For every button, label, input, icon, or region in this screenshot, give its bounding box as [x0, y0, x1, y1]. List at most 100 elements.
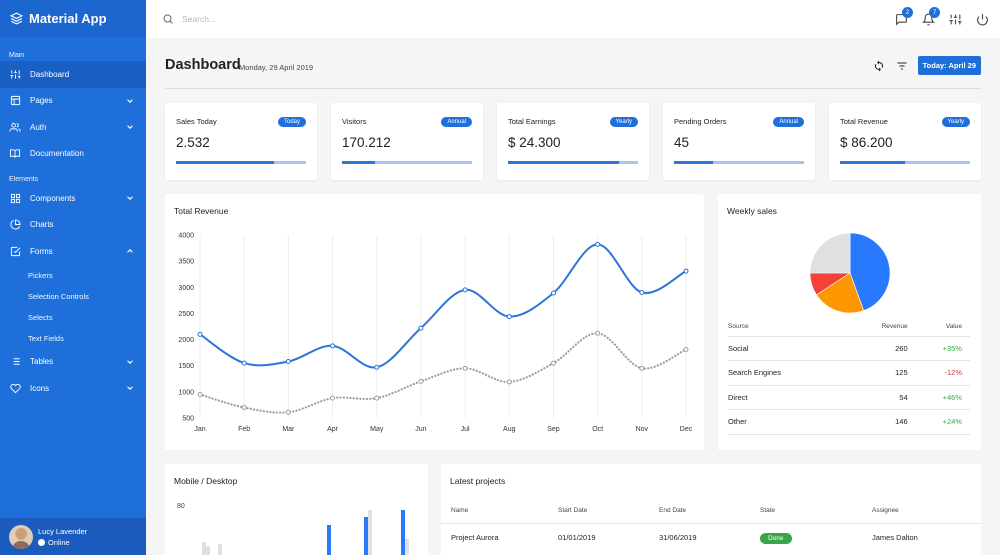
filter-button[interactable] [892, 57, 912, 75]
chevron-up-icon [127, 249, 133, 253]
data-point[interactable] [418, 378, 424, 384]
app-root: Material App Main Dashboard Pages Auth D… [0, 0, 1000, 555]
stat-progress-fill [674, 161, 713, 164]
data-point[interactable] [639, 290, 645, 296]
sidebar-item-label: Components [30, 193, 76, 203]
data-point[interactable] [197, 331, 203, 337]
sidebar-item-tables[interactable]: Tables [0, 349, 146, 376]
sidebar-item-charts[interactable]: Charts [0, 212, 146, 239]
sidebar-item-pages[interactable]: Pages [0, 88, 146, 115]
user-name: Lucy Lavender [38, 526, 88, 536]
sidebar-subitem-selection-controls[interactable]: Selection Controls [0, 286, 146, 307]
data-point[interactable] [462, 287, 468, 293]
logout-button[interactable] [969, 0, 996, 38]
sidebar-item-icons[interactable]: Icons [0, 375, 146, 402]
stat-progress-fill [176, 161, 274, 164]
data-point[interactable] [550, 290, 556, 296]
bar [364, 517, 368, 555]
refresh-button[interactable] [869, 57, 889, 75]
refresh-icon [874, 60, 883, 71]
latest-projects-panel: Latest projects Name Start Date End Date… [441, 464, 981, 555]
stat-badge: Annual [441, 117, 472, 127]
table-row: Other 146 +24% [728, 409, 970, 435]
power-icon [977, 13, 988, 25]
sidebar-subitem-text-fields[interactable]: Text Fields [0, 328, 146, 349]
sidebar-subitem-pickers[interactable]: Pickers [0, 265, 146, 286]
data-point[interactable] [330, 395, 336, 401]
table-row[interactable]: Project Aurora 01/01/2019 31/06/2019 Don… [441, 523, 981, 551]
data-point[interactable] [241, 405, 247, 411]
stat-value: $ 24.300 [508, 135, 561, 150]
layers-icon [10, 12, 23, 25]
stat-label: Pending Orders [674, 117, 727, 126]
sidebar-item-auth[interactable]: Auth [0, 114, 146, 141]
data-point[interactable] [285, 359, 291, 365]
projects-table: Name Start Date End Date State Assignee … [441, 499, 981, 551]
search-bar[interactable]: Search... [146, 13, 216, 25]
data-point[interactable] [683, 268, 689, 274]
data-point[interactable] [285, 409, 291, 415]
layout-icon [9, 95, 21, 107]
column-header: Assignee [872, 499, 981, 524]
x-tick-label: Aug [503, 426, 516, 433]
project-assignee: James Dalton [872, 532, 918, 542]
search-input[interactable]: Search... [182, 14, 216, 24]
y-tick-label: 2500 [178, 311, 194, 318]
x-tick-label: Mar [282, 426, 295, 433]
page-date: Monday, 29 April 2019 [239, 63, 314, 72]
brand[interactable]: Material App [0, 0, 146, 37]
table-header-row: Name Start Date End Date State Assignee [441, 499, 981, 524]
today-button[interactable]: Today: April 29 [917, 56, 981, 75]
sidebar-item-forms[interactable]: Forms [0, 238, 146, 265]
data-point[interactable] [595, 330, 601, 336]
sidebar-item-label: Pages [30, 96, 53, 106]
x-tick-label: Jun [415, 426, 426, 433]
data-point[interactable] [506, 379, 512, 385]
settings-button[interactable] [942, 0, 969, 38]
data-point[interactable] [241, 360, 247, 366]
sidebar-subitem-selects[interactable]: Selects [0, 307, 146, 328]
bar [327, 525, 331, 555]
x-tick-label: Oct [592, 426, 603, 433]
messages-button[interactable]: 2 [888, 0, 915, 38]
data-point[interactable] [330, 343, 336, 349]
data-point[interactable] [506, 314, 512, 320]
data-point[interactable] [418, 325, 424, 331]
stat-badge: Yearly [941, 117, 970, 127]
notifications-button[interactable]: 7 [915, 0, 942, 38]
notifications-badge: 7 [929, 7, 940, 18]
data-point[interactable] [374, 364, 380, 370]
users-icon [9, 121, 21, 133]
data-point[interactable] [197, 391, 203, 397]
stat-card-visitors: Visitors Annual 170.212 [331, 103, 483, 180]
sidebar-item-components[interactable]: Components [0, 185, 146, 212]
data-point[interactable] [462, 365, 468, 371]
book-open-icon [9, 148, 21, 160]
x-tick-label: Sep [547, 426, 560, 433]
data-point[interactable] [639, 365, 645, 371]
stat-label: Total Earnings [508, 117, 556, 126]
value-cell: +35% [907, 336, 970, 361]
revenue-cell: 125 [848, 360, 908, 386]
stat-card-total-earnings: Total Earnings Yearly $ 24.300 [497, 103, 649, 180]
data-point[interactable] [595, 241, 601, 247]
bar [405, 539, 409, 555]
column-header: End Date [659, 499, 760, 524]
data-point[interactable] [550, 360, 556, 366]
weekly-sales-table: Source Revenue Value Social 260 +35% Searc… [728, 318, 970, 435]
data-point[interactable] [683, 347, 689, 353]
app-name: Material App [29, 11, 107, 26]
stat-label: Visitors [342, 117, 367, 126]
data-point[interactable] [374, 395, 380, 401]
sidebar-item-documentation[interactable]: Documentation [0, 141, 146, 168]
chevron-down-icon [127, 125, 133, 129]
mobile-desktop-bar-chart: 80 [177, 503, 409, 555]
sidebar: Material App Main Dashboard Pages Auth D… [0, 0, 146, 555]
topbar: Search... 2 7 [146, 0, 1000, 38]
sidebar-item-dashboard[interactable]: Dashboard [0, 61, 146, 88]
y-tick-label: 1500 [178, 363, 194, 370]
pie-slice-other[interactable] [809, 232, 851, 274]
chevron-down-icon [127, 98, 133, 103]
stat-progress [342, 161, 472, 164]
user-panel[interactable]: Lucy Lavender Online [0, 518, 146, 555]
